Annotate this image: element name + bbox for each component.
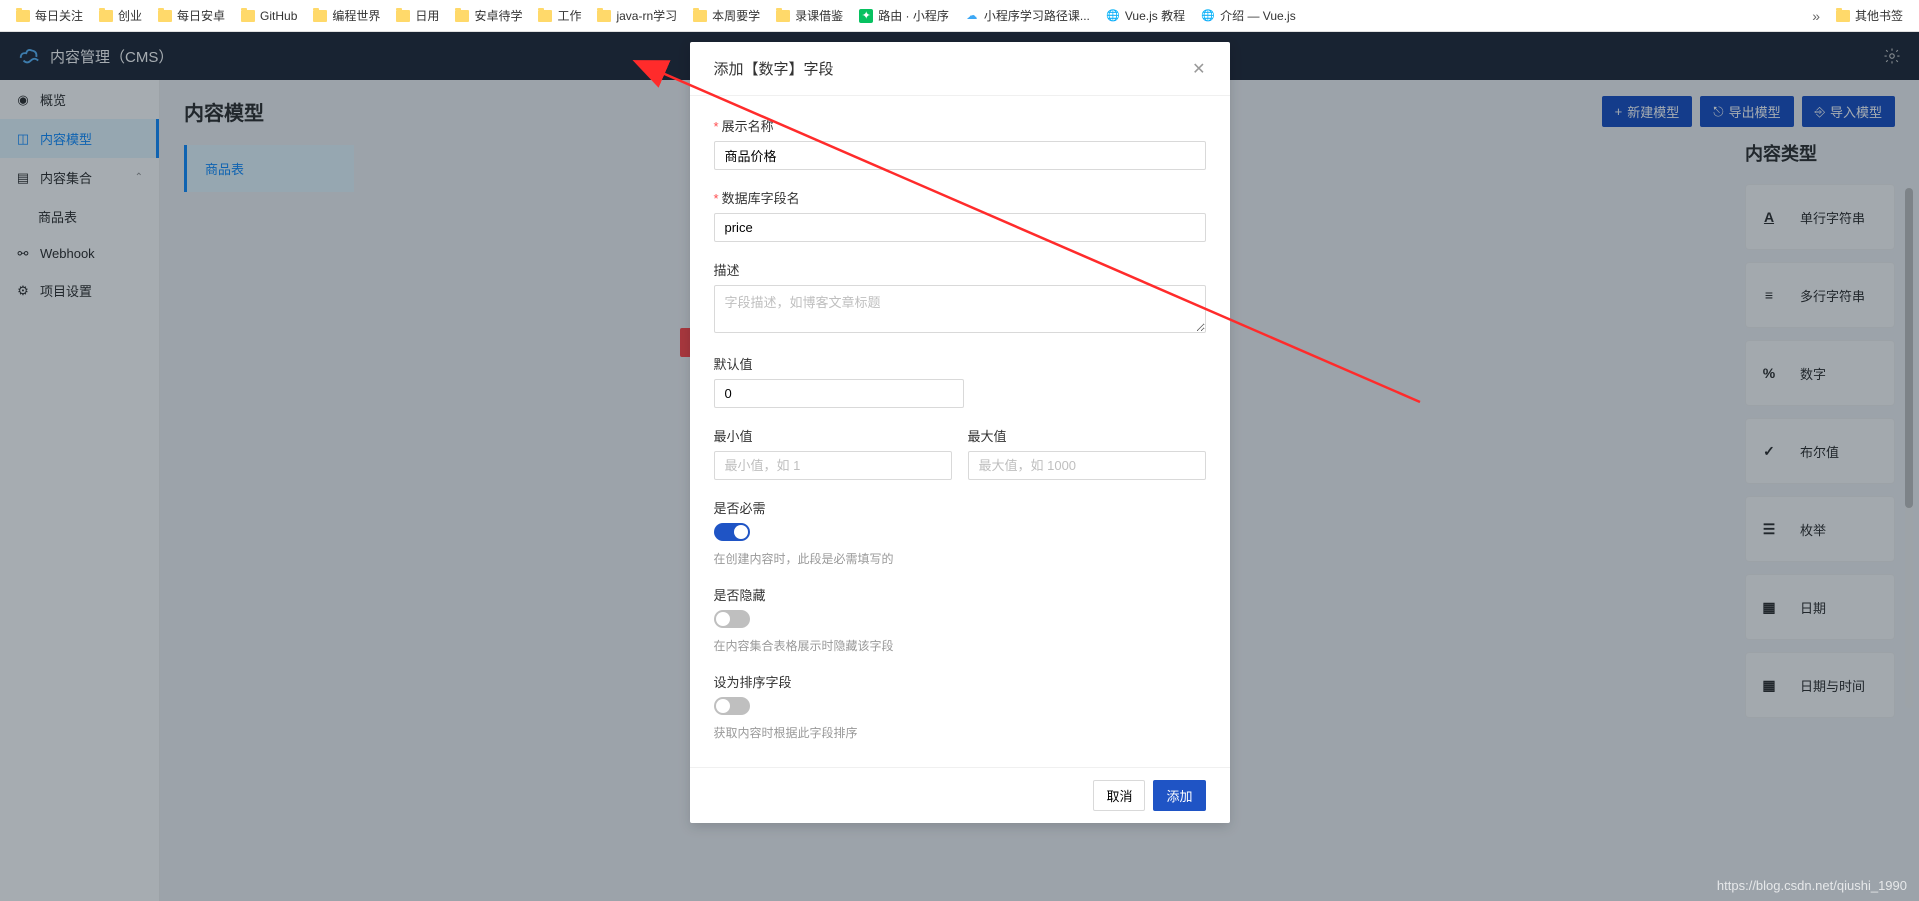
bookmark-item[interactable]: GitHub (235, 7, 303, 25)
default-input[interactable] (714, 379, 964, 408)
folder-icon (313, 10, 327, 22)
description-input[interactable] (714, 285, 1206, 333)
hidden-label: 是否隐藏 (714, 585, 1206, 604)
folder-icon (99, 10, 113, 22)
default-label: 默认值 (714, 354, 1206, 373)
display-name-label: *展示名称 (714, 116, 1206, 135)
bookmark-item[interactable]: ✦路由 · 小程序 (853, 5, 955, 26)
bookmark-item[interactable]: 工作 (532, 5, 587, 26)
bookmark-bar: 每日关注 创业 每日安卓 GitHub 编程世界 日用 安卓待学 工作 java… (0, 0, 1919, 32)
folder-icon (693, 10, 707, 22)
modal-title: 添加【数字】字段 (714, 58, 834, 79)
add-button[interactable]: 添加 (1153, 780, 1205, 811)
cancel-button[interactable]: 取消 (1093, 780, 1145, 811)
bookmark-overflow[interactable]: » (1806, 8, 1826, 24)
bookmark-item[interactable]: 🌐Vue.js 教程 (1100, 5, 1191, 26)
description-label: 描述 (714, 260, 1206, 279)
required-switch[interactable] (714, 523, 750, 541)
display-name-input[interactable] (714, 141, 1206, 170)
sort-label: 设为排序字段 (714, 672, 1206, 691)
hidden-help: 在内容集合表格展示时隐藏该字段 (714, 637, 1206, 654)
add-field-modal: 添加【数字】字段 ✕ *展示名称 *数据库字段名 描述 默认值 最小 (690, 42, 1230, 823)
watermark: https://blog.csdn.net/qiushi_1990 (1717, 878, 1907, 893)
bookmark-item[interactable]: 每日关注 (10, 5, 89, 26)
folder-icon (597, 10, 611, 22)
max-label: 最大值 (968, 426, 1206, 445)
cloud-icon: ☁ (965, 9, 979, 23)
hidden-switch[interactable] (714, 610, 750, 628)
bookmark-item[interactable]: 🌐介绍 — Vue.js (1195, 5, 1302, 26)
bookmark-item[interactable]: ☁小程序学习路径课... (959, 5, 1096, 26)
min-input[interactable] (714, 451, 952, 480)
globe-icon: 🌐 (1201, 9, 1215, 23)
modal-mask[interactable]: 添加【数字】字段 ✕ *展示名称 *数据库字段名 描述 默认值 最小 (0, 32, 1919, 901)
close-icon[interactable]: ✕ (1192, 59, 1205, 79)
folder-icon (455, 10, 469, 22)
bookmark-item[interactable]: 安卓待学 (449, 5, 528, 26)
sort-switch[interactable] (714, 697, 750, 715)
required-label: 是否必需 (714, 498, 1206, 517)
min-label: 最小值 (714, 426, 952, 445)
folder-icon (396, 10, 410, 22)
bookmark-item[interactable]: 录课借鉴 (770, 5, 849, 26)
max-input[interactable] (968, 451, 1206, 480)
required-help: 在创建内容时，此段是必需填写的 (714, 550, 1206, 567)
globe-icon: 🌐 (1106, 9, 1120, 23)
bookmark-item[interactable]: java-rn学习 (591, 5, 683, 26)
bookmark-item[interactable]: 日用 (390, 5, 445, 26)
folder-icon (158, 10, 172, 22)
folder-icon (538, 10, 552, 22)
bookmark-item[interactable]: 每日安卓 (152, 5, 231, 26)
db-field-input[interactable] (714, 213, 1206, 242)
bookmark-item[interactable]: 创业 (93, 5, 148, 26)
bookmark-item[interactable]: 本周要学 (687, 5, 766, 26)
folder-icon (241, 10, 255, 22)
sort-help: 获取内容时根据此字段排序 (714, 724, 1206, 741)
folder-icon (16, 10, 30, 22)
wechat-icon: ✦ (859, 9, 873, 23)
folder-icon (1836, 10, 1850, 22)
bookmark-item[interactable]: 编程世界 (307, 5, 386, 26)
db-field-label: *数据库字段名 (714, 188, 1206, 207)
folder-icon (776, 10, 790, 22)
bookmark-other[interactable]: 其他书签 (1830, 5, 1909, 26)
